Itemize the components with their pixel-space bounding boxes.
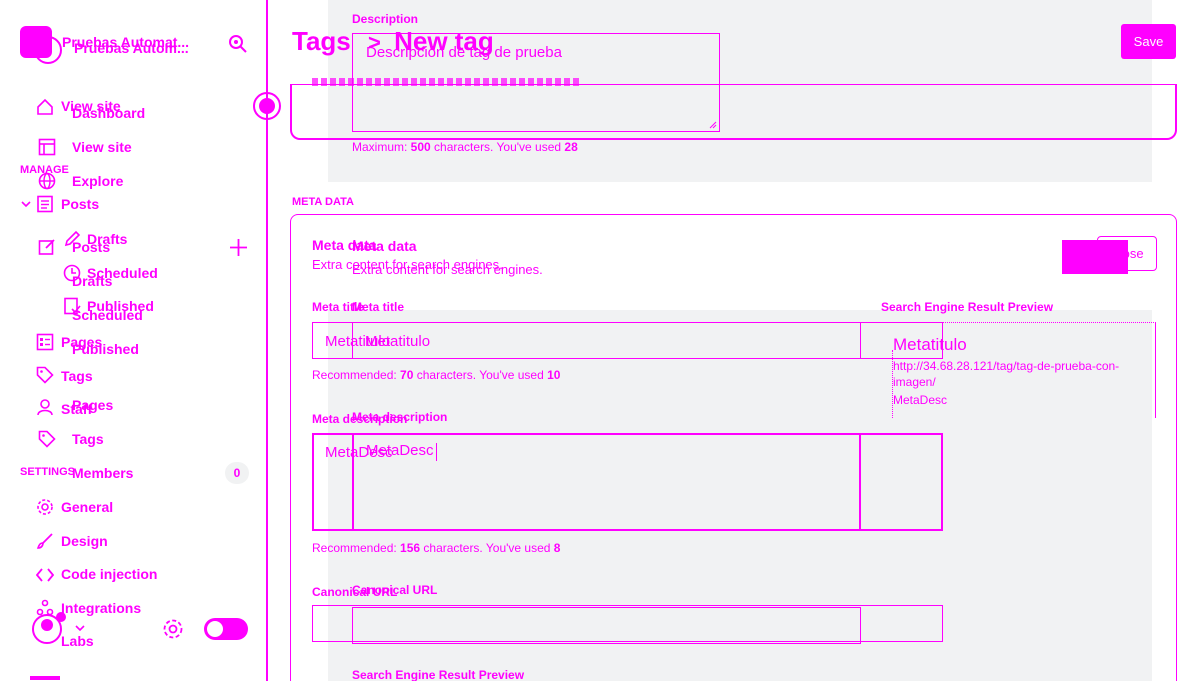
sidebar-item-dashboard[interactable]: Dashboard xyxy=(72,105,145,121)
sidebar-item-drafts[interactable]: Drafts xyxy=(87,231,127,247)
sidebar: Pruebas Automat... Pruebas Autom... View… xyxy=(0,0,268,681)
sidebar-item-tags[interactable]: Tags xyxy=(61,368,93,384)
sidebar-item-scheduled[interactable]: Scheduled xyxy=(87,265,158,281)
meta-section-header: META DATA xyxy=(292,196,354,208)
description-counter-ghost xyxy=(312,78,582,86)
sidebar-item-explore[interactable]: Explore xyxy=(72,173,123,189)
layout-icon xyxy=(38,138,56,156)
settings-gear-icon[interactable] xyxy=(162,618,184,640)
meta-title-value-ghost: Metatitulo xyxy=(365,333,431,350)
settings-header: SETTINGS xyxy=(20,466,76,478)
serp-preview-box: Metatitulo http://34.68.28.121/tag/tag-d… xyxy=(881,322,1156,418)
description-value: Descripción de tag de prueba xyxy=(366,44,562,61)
canonical-url-input-ghost[interactable] xyxy=(352,607,861,644)
add-post-icon[interactable] xyxy=(229,238,248,257)
meta-description-textarea-ghost[interactable]: MetaDesc xyxy=(352,433,861,531)
brush-icon xyxy=(36,532,54,550)
sidebar-item-posts[interactable]: Posts xyxy=(61,196,99,212)
text-cursor xyxy=(436,443,437,461)
sidebar-item-labs[interactable]: Labs xyxy=(61,633,94,649)
serp-preview-url: http://34.68.28.121/tag/tag-de-prueba-co… xyxy=(893,359,1120,389)
serp-preview-title: Metatitulo xyxy=(893,335,967,354)
sidebar-item-view-site[interactable]: View site xyxy=(72,139,132,155)
notification-dot-icon xyxy=(56,612,66,622)
description-label: Description xyxy=(352,12,419,26)
description-card-outline xyxy=(290,84,1177,140)
sidebar-item-scheduled-ghost[interactable]: Scheduled xyxy=(72,307,143,323)
chevron-down-icon[interactable] xyxy=(20,198,32,210)
code-icon xyxy=(36,566,54,584)
edit-icon xyxy=(38,238,56,256)
description-counter: Maximum: 500 characters. You've used 28 xyxy=(352,140,578,154)
members-count-badge: 0 xyxy=(225,462,249,484)
meta-description-counter: Recommended: 156 characters. You've used… xyxy=(312,541,561,555)
dark-mode-toggle[interactable] xyxy=(204,618,248,640)
site-name-ghost: Pruebas Autom... xyxy=(74,40,189,56)
sidebar-footer-ghost xyxy=(30,676,60,680)
breadcrumb-tags-link[interactable]: Tags xyxy=(292,26,351,56)
staff-icon xyxy=(36,398,54,416)
pencil-icon xyxy=(63,230,81,248)
search-icon[interactable] xyxy=(228,34,248,56)
canonical-url-label-ghost: Canonical URL xyxy=(352,583,438,597)
serp-preview-description: MetaDesc xyxy=(893,393,948,407)
main-content: Tags > New tag Save Description Descripc… xyxy=(253,0,1200,681)
save-button[interactable]: Save xyxy=(1121,24,1176,59)
sidebar-item-tags-active[interactable]: Tags xyxy=(72,431,104,447)
meta-title-ghost: Meta data xyxy=(352,238,417,254)
meta-subtitle-ghost: Extra content for search engines. xyxy=(352,262,543,277)
home-icon xyxy=(36,98,54,116)
sidebar-item-code-injection[interactable]: Code injection xyxy=(61,566,157,582)
meta-description-value-ghost: MetaDesc xyxy=(366,442,434,459)
scroll-indicator-icon[interactable] xyxy=(253,92,281,120)
site-logo-ghost xyxy=(34,36,62,64)
sidebar-item-members[interactable]: Members xyxy=(72,465,133,481)
serp-preview-left-border xyxy=(892,350,893,418)
serp-title-ghost: Search Engine Result Preview xyxy=(352,668,525,681)
pages-icon xyxy=(36,333,54,351)
meta-title-label-ghost: Meta title xyxy=(352,300,405,314)
sidebar-item-pages-ghost[interactable]: Pages xyxy=(72,397,113,413)
user-menu-chevron-icon[interactable] xyxy=(74,622,86,634)
serp-preview-heading: Search Engine Result Preview xyxy=(881,300,1054,314)
meta-title-input-ghost[interactable]: Metatitulo xyxy=(352,322,861,359)
meta-description-label-ghost: Meta description xyxy=(352,410,448,424)
sidebar-item-integrations[interactable]: Integrations xyxy=(61,600,141,616)
sidebar-item-published-ghost[interactable]: Published xyxy=(72,341,139,357)
close-button[interactable]: Close xyxy=(1097,236,1157,271)
tag-ghost-icon xyxy=(38,430,56,448)
posts-list-icon xyxy=(36,195,54,213)
meta-title-counter: Recommended: 70 characters. You've used … xyxy=(312,368,561,382)
sidebar-item-design[interactable]: Design xyxy=(61,533,108,549)
sidebar-item-general[interactable]: General xyxy=(61,499,113,515)
gear-icon xyxy=(36,498,54,516)
globe-icon xyxy=(38,172,56,190)
tag-icon xyxy=(36,366,54,384)
clock-icon xyxy=(63,264,81,282)
